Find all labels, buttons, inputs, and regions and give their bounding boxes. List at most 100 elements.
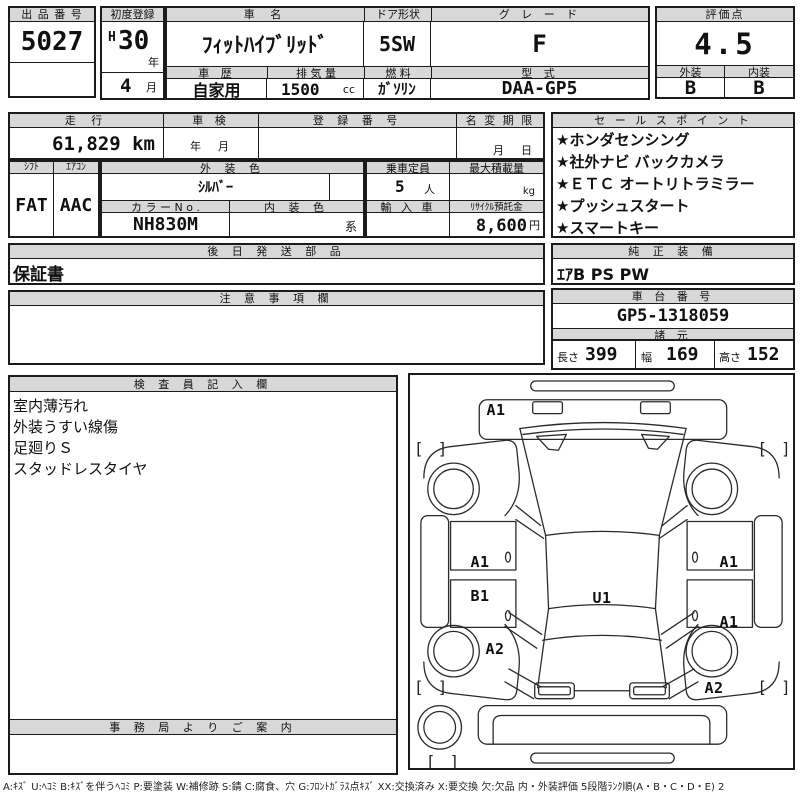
spec-width-cell: 幅 169 xyxy=(635,340,714,368)
capacity-value-cell: 5 人 xyxy=(367,174,450,200)
shaken-header: 車 検 xyxy=(164,114,259,128)
color-no-header: カ ラ ー N o . xyxy=(102,200,230,213)
grade-header: グ レ ー ド xyxy=(431,8,648,22)
interior-grade-value: B xyxy=(753,78,765,97)
exterior-color-extra-cell xyxy=(330,174,363,200)
interior-color-header: 内 装 色 xyxy=(230,200,363,213)
capacity-value: 5 xyxy=(395,177,405,196)
spec-length-label: 長さ xyxy=(557,351,579,364)
car-name-value: ﾌｨｯﾄﾊｲﾌﾞﾘｯﾄﾞ xyxy=(167,22,364,66)
reg-year-unit: 年 xyxy=(148,56,159,69)
chassis-header: 車 台 番 号 xyxy=(553,290,793,304)
sales-point-item: ★プッシュスタート xyxy=(556,197,690,215)
interior-color-value: 系 xyxy=(344,220,357,234)
color-no-value: NH830M xyxy=(102,213,230,236)
later-parts-box: 後 日 発 送 部 品 保証書 xyxy=(8,243,545,285)
sales-point-item: ★スマートキー xyxy=(556,219,659,236)
exterior-grade-header: 外装 xyxy=(657,65,725,78)
max-load-unit: kg xyxy=(522,186,535,197)
sales-point-item: ★社外ナビ バックカメラ xyxy=(556,153,725,171)
first-registration-box: 初度登録 H 30 年 4 月 xyxy=(100,6,165,100)
inspector-note-line: スタッドレスタイヤ xyxy=(13,460,148,478)
spec-length-cell: 長さ 399 xyxy=(553,340,635,368)
shift-value: FAT xyxy=(10,174,54,236)
spec-length-value: 399 xyxy=(585,344,618,365)
inspector-header: 検 査 員 記 入 欄 xyxy=(10,377,396,392)
damage-marker-a1: A1 xyxy=(719,613,739,631)
damage-marker-a1: A1 xyxy=(470,553,490,571)
reg-month: 4 xyxy=(120,75,132,97)
caution-value xyxy=(10,306,543,363)
mileage-row-box: 走 行 車 検 登 録 番 号 名 変 期 限 61,829 km 年 月 月 … xyxy=(8,112,545,160)
displacement-value-cell: 1500 cc xyxy=(267,79,364,98)
exterior-color-header: 外 装 色 xyxy=(102,162,363,174)
exterior-color-value: ｼﾙﾊﾞｰ xyxy=(102,174,330,200)
recycle-value: 8,600 xyxy=(475,216,527,236)
interior-grade-header: 内装 xyxy=(725,65,793,78)
damage-marker-a1: A1 xyxy=(486,401,506,419)
oem-equipment-header: 純 正 装 備 xyxy=(553,245,793,259)
fuel-value: ｶﾞｿﾘﾝ xyxy=(364,79,431,98)
displacement-unit: cc xyxy=(342,83,355,96)
sales-points-header: セ ー ル ス ポ イ ン ト xyxy=(553,114,793,128)
door-shape-header: ドア形状 xyxy=(364,8,431,22)
reg-year: 30 xyxy=(118,26,150,56)
mileage-header: 走 行 xyxy=(10,114,164,128)
damage-marker-a2: A2 xyxy=(704,679,724,697)
spec-height-cell: 高さ 152 xyxy=(714,340,793,368)
name-change-header: 名 変 期 限 xyxy=(457,114,543,128)
recycle-unit: 円 xyxy=(529,219,540,232)
model-code-header: 型 式 xyxy=(431,66,648,79)
capacity-unit: 人 xyxy=(424,183,435,196)
mileage-value: 61,829 km xyxy=(10,128,164,158)
reg-month-unit: 月 xyxy=(146,81,157,94)
inspector-note-line: 室内薄汚れ xyxy=(13,397,89,415)
auction-sheet: 出 品 番 号 5027 初度登録 H 30 年 4 月 車 名 ドア形状 グ … xyxy=(0,0,800,800)
aircon-header: ｴｱｺﾝ xyxy=(54,162,98,174)
shift-header: ｼﾌﾄ xyxy=(10,162,54,174)
oem-equipment-box: 純 正 装 備 ｴｱB PS PW xyxy=(551,243,795,285)
lot-number-value: 5027 xyxy=(20,27,84,57)
inspector-note-line: 外装うすい線傷 xyxy=(13,418,119,436)
car-history-value: 自家用 xyxy=(167,79,267,98)
sales-point-item: ★ホンダセンシング xyxy=(556,131,690,149)
damage-marker-a2: A2 xyxy=(485,640,505,658)
registration-number-value xyxy=(259,128,457,158)
oem-equipment-value: ｴｱB PS PW xyxy=(557,265,649,283)
import-value xyxy=(367,213,450,236)
exterior-grade-value: B xyxy=(657,78,725,97)
damage-marker-b1: B1 xyxy=(470,587,490,605)
spec-header: 諸 元 xyxy=(553,328,793,340)
door-shape-value: 5SW xyxy=(364,22,431,66)
caution-header: 注 意 事 項 欄 xyxy=(10,292,543,306)
capacity-box: 乗車定員 最大積載量 5 人 kg 輸 入 車 ﾘｻｲｸﾙ預託金 8,600 円 xyxy=(365,160,545,238)
damage-marker-u1: U1 xyxy=(592,589,612,607)
displacement-header: 排 気 量 xyxy=(267,66,364,79)
spec-width-label: 幅 xyxy=(641,351,652,364)
chassis-box: 車 台 番 号 GP5-1318059 諸 元 長さ 399 幅 169 高さ … xyxy=(551,288,795,370)
registration-number-header: 登 録 番 号 xyxy=(259,114,457,128)
inspector-notes: 室内薄汚れ 外装うすい線傷 足廻りＳ スタッドレスタイヤ xyxy=(10,392,396,719)
max-load-header: 最大積載量 xyxy=(450,162,543,174)
shift-ac-box: ｼﾌﾄ ｴｱｺﾝ FAT AAC xyxy=(8,160,100,238)
car-history-header: 車 歴 xyxy=(167,66,267,79)
car-main-box: 車 名 ドア形状 グ レ ー ド ﾌｨｯﾄﾊｲﾌﾞﾘｯﾄﾞ 5SW F 車 歴 … xyxy=(165,6,650,100)
shaken-value: 年 月 xyxy=(164,128,259,158)
aircon-value: AAC xyxy=(59,194,93,216)
max-load-value-cell: kg xyxy=(450,174,543,200)
later-parts-value: 保証書 xyxy=(13,265,64,283)
damage-marker-a1: A1 xyxy=(719,553,739,571)
first-registration-year-cell: H 30 年 xyxy=(102,22,163,72)
spec-height-value: 152 xyxy=(747,344,780,365)
name-change-value: 月 日 xyxy=(493,144,535,157)
first-registration-month-cell: 4 月 xyxy=(102,72,163,98)
legend-text: A:ｷｽﾞ U:ﾍｺﾐ B:ｷｽﾞを伴うﾍｺﾐ P:要塗装 W:補修跡 S:錆 … xyxy=(3,782,725,793)
sales-point-item: ★ＥＴＣ オートリトラミラー xyxy=(556,175,755,193)
fuel-header: 燃 料 xyxy=(364,66,431,79)
car-name-header: 車 名 xyxy=(167,8,364,22)
displacement-value: 1500 xyxy=(281,80,320,98)
lot-number-header: 出 品 番 号 xyxy=(10,8,94,22)
caution-box: 注 意 事 項 欄 xyxy=(8,290,545,365)
first-registration-header: 初度登録 xyxy=(102,8,163,22)
sales-points-list: ★ホンダセンシング ★社外ナビ バックカメラ ★ＥＴＣ オートリトラミラー ★プ… xyxy=(553,128,793,236)
